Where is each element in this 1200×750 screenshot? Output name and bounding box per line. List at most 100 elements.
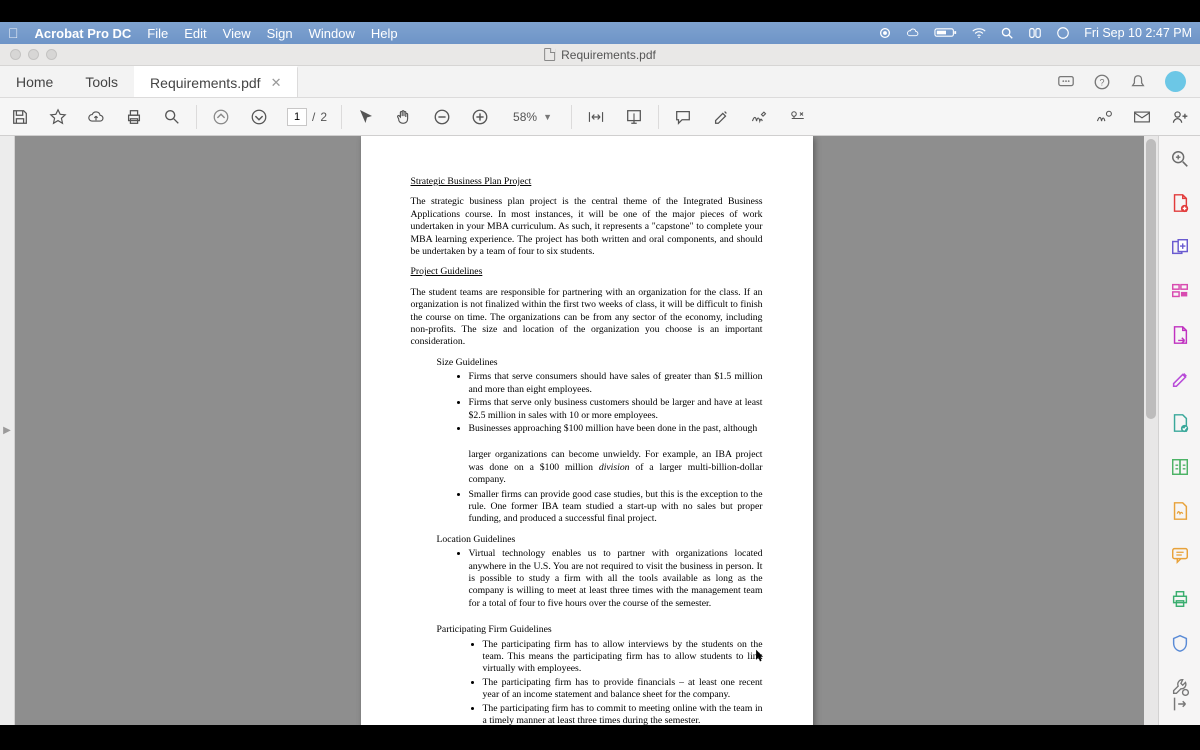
siri-icon[interactable] <box>1056 26 1070 40</box>
size-guidelines-list-2: Smaller firms can provide good case stud… <box>411 489 763 526</box>
tab-file-label: Requirements.pdf <box>150 75 261 91</box>
project-guidelines-text: The student teams are responsible for pa… <box>411 287 763 349</box>
location-guidelines-list: Virtual technology enables us to partner… <box>411 548 763 610</box>
notifications-icon[interactable] <box>1129 73 1147 91</box>
tab-home[interactable]: Home <box>0 66 69 97</box>
size-guidelines-list: Firms that serve consumers should have s… <box>411 371 763 435</box>
chevron-right-icon: ▶ <box>3 425 11 436</box>
svg-text:?: ? <box>1099 77 1104 87</box>
menubar-clock: Fri Sep 10 2:47 PM <box>1084 26 1192 40</box>
find-icon[interactable] <box>162 107 182 127</box>
pdf-file-icon <box>544 48 555 61</box>
zoom-level[interactable]: 58% ▼ <box>508 108 557 126</box>
doc-title: Strategic Business Plan Project <box>411 176 763 188</box>
hand-tool-icon[interactable] <box>394 107 414 127</box>
share-people-icon[interactable] <box>1170 107 1190 127</box>
page-separator: / <box>312 110 315 124</box>
protect-icon[interactable] <box>1169 632 1191 654</box>
create-pdf-icon[interactable] <box>1169 192 1191 214</box>
zoom-out-icon[interactable] <box>432 107 452 127</box>
list-item: The participating firm has to provide fi… <box>483 677 763 702</box>
send-comments-icon[interactable] <box>1169 544 1191 566</box>
page-current-input[interactable] <box>287 108 307 126</box>
list-item: Virtual technology enables us to partner… <box>469 548 763 610</box>
menu-edit[interactable]: Edit <box>184 26 206 41</box>
participating-firm-heading: Participating Firm Guidelines <box>437 624 763 636</box>
list-item: Smaller firms can provide good case stud… <box>469 489 763 526</box>
location-guidelines-heading: Location Guidelines <box>437 534 763 546</box>
left-panel-toggle[interactable]: ▶ <box>0 136 15 725</box>
page-down-icon[interactable] <box>249 107 269 127</box>
fill-sign-icon[interactable] <box>1169 500 1191 522</box>
edit-pdf-icon[interactable] <box>1169 368 1191 390</box>
zoom-caret-icon: ▼ <box>543 112 552 122</box>
read-mode-icon[interactable] <box>624 107 644 127</box>
app-tabs: Home Tools Requirements.pdf ✕ ? <box>0 66 1200 98</box>
email-icon[interactable] <box>1132 107 1152 127</box>
wifi-icon <box>972 26 986 40</box>
print-production-icon[interactable] <box>1169 588 1191 610</box>
sticky-note-icon[interactable] <box>673 107 693 127</box>
battery-icon <box>934 26 958 40</box>
compare-files-icon[interactable] <box>1169 456 1191 478</box>
menu-file[interactable]: File <box>147 26 168 41</box>
selection-tool-icon[interactable] <box>356 107 376 127</box>
window-titlebar: Requirements.pdf <box>0 44 1200 66</box>
project-guidelines-heading: Project Guidelines <box>411 266 763 278</box>
menu-help[interactable]: Help <box>371 26 398 41</box>
participating-firm-list: The participating firm has to allow inte… <box>411 639 763 725</box>
scrollbar-thumb[interactable] <box>1146 139 1156 419</box>
tab-current-file[interactable]: Requirements.pdf ✕ <box>134 66 298 97</box>
list-item: Firms that serve only business customers… <box>469 397 763 422</box>
help-icon[interactable]: ? <box>1093 73 1111 91</box>
stamp-icon[interactable] <box>787 107 807 127</box>
organize-pages-icon[interactable] <box>1169 280 1191 302</box>
tab-tools[interactable]: Tools <box>69 66 134 97</box>
spotlight-icon[interactable] <box>1000 26 1014 40</box>
zoom-in-icon[interactable] <box>470 107 490 127</box>
apple-menu-icon[interactable]:  <box>8 25 19 41</box>
account-avatar[interactable] <box>1165 71 1186 92</box>
highlight-icon[interactable] <box>711 107 731 127</box>
print-icon[interactable] <box>124 107 144 127</box>
window-filename: Requirements.pdf <box>561 48 656 62</box>
share-sign-icon[interactable] <box>1094 107 1114 127</box>
zoom-value: 58% <box>513 110 537 124</box>
vertical-scrollbar[interactable] <box>1144 136 1158 725</box>
window-traffic-lights[interactable] <box>0 49 57 60</box>
fit-width-icon[interactable] <box>586 107 606 127</box>
control-center-icon[interactable] <box>1028 26 1042 40</box>
save-icon[interactable] <box>10 107 30 127</box>
page-total: 2 <box>320 110 327 124</box>
size-guidelines-heading: Size Guidelines <box>437 357 763 369</box>
sign-tool-icon[interactable] <box>749 107 769 127</box>
share-comments-icon[interactable] <box>1057 73 1075 91</box>
combine-files-icon[interactable] <box>1169 236 1191 258</box>
menu-view[interactable]: View <box>223 26 251 41</box>
status-record-icon <box>878 26 892 40</box>
list-item: Firms that serve consumers should have s… <box>469 371 763 396</box>
cloud-upload-icon[interactable] <box>86 107 106 127</box>
doc-intro: The strategic business plan project is t… <box>411 196 763 258</box>
list-item: The participating firm has to allow inte… <box>483 639 763 676</box>
size-cont: larger organizations can become unwieldy… <box>469 449 763 486</box>
main-toolbar: / 2 58% ▼ <box>0 98 1200 136</box>
document-viewport[interactable]: Strategic Business Plan Project The stra… <box>15 136 1158 725</box>
request-signatures-icon[interactable] <box>1169 412 1191 434</box>
status-cloud-icon <box>906 26 920 40</box>
menu-window[interactable]: Window <box>309 26 355 41</box>
app-name[interactable]: Acrobat Pro DC <box>35 26 132 41</box>
search-plus-icon[interactable] <box>1169 148 1191 170</box>
menu-sign[interactable]: Sign <box>267 26 293 41</box>
list-item: Businesses approaching $100 million have… <box>469 423 763 435</box>
tab-close-icon[interactable]: ✕ <box>271 75 282 91</box>
collapse-rail-icon[interactable] <box>1169 693 1191 715</box>
export-pdf-icon[interactable] <box>1169 324 1191 346</box>
page-up-icon[interactable] <box>211 107 231 127</box>
mac-menubar:  Acrobat Pro DC File Edit View Sign Win… <box>0 22 1200 44</box>
page-indicator: / 2 <box>287 108 327 126</box>
list-item: The participating firm has to commit to … <box>483 703 763 725</box>
star-icon[interactable] <box>48 107 68 127</box>
right-tools-rail <box>1158 136 1200 725</box>
workspace: ▶ Strategic Business Plan Project The st… <box>0 136 1200 725</box>
